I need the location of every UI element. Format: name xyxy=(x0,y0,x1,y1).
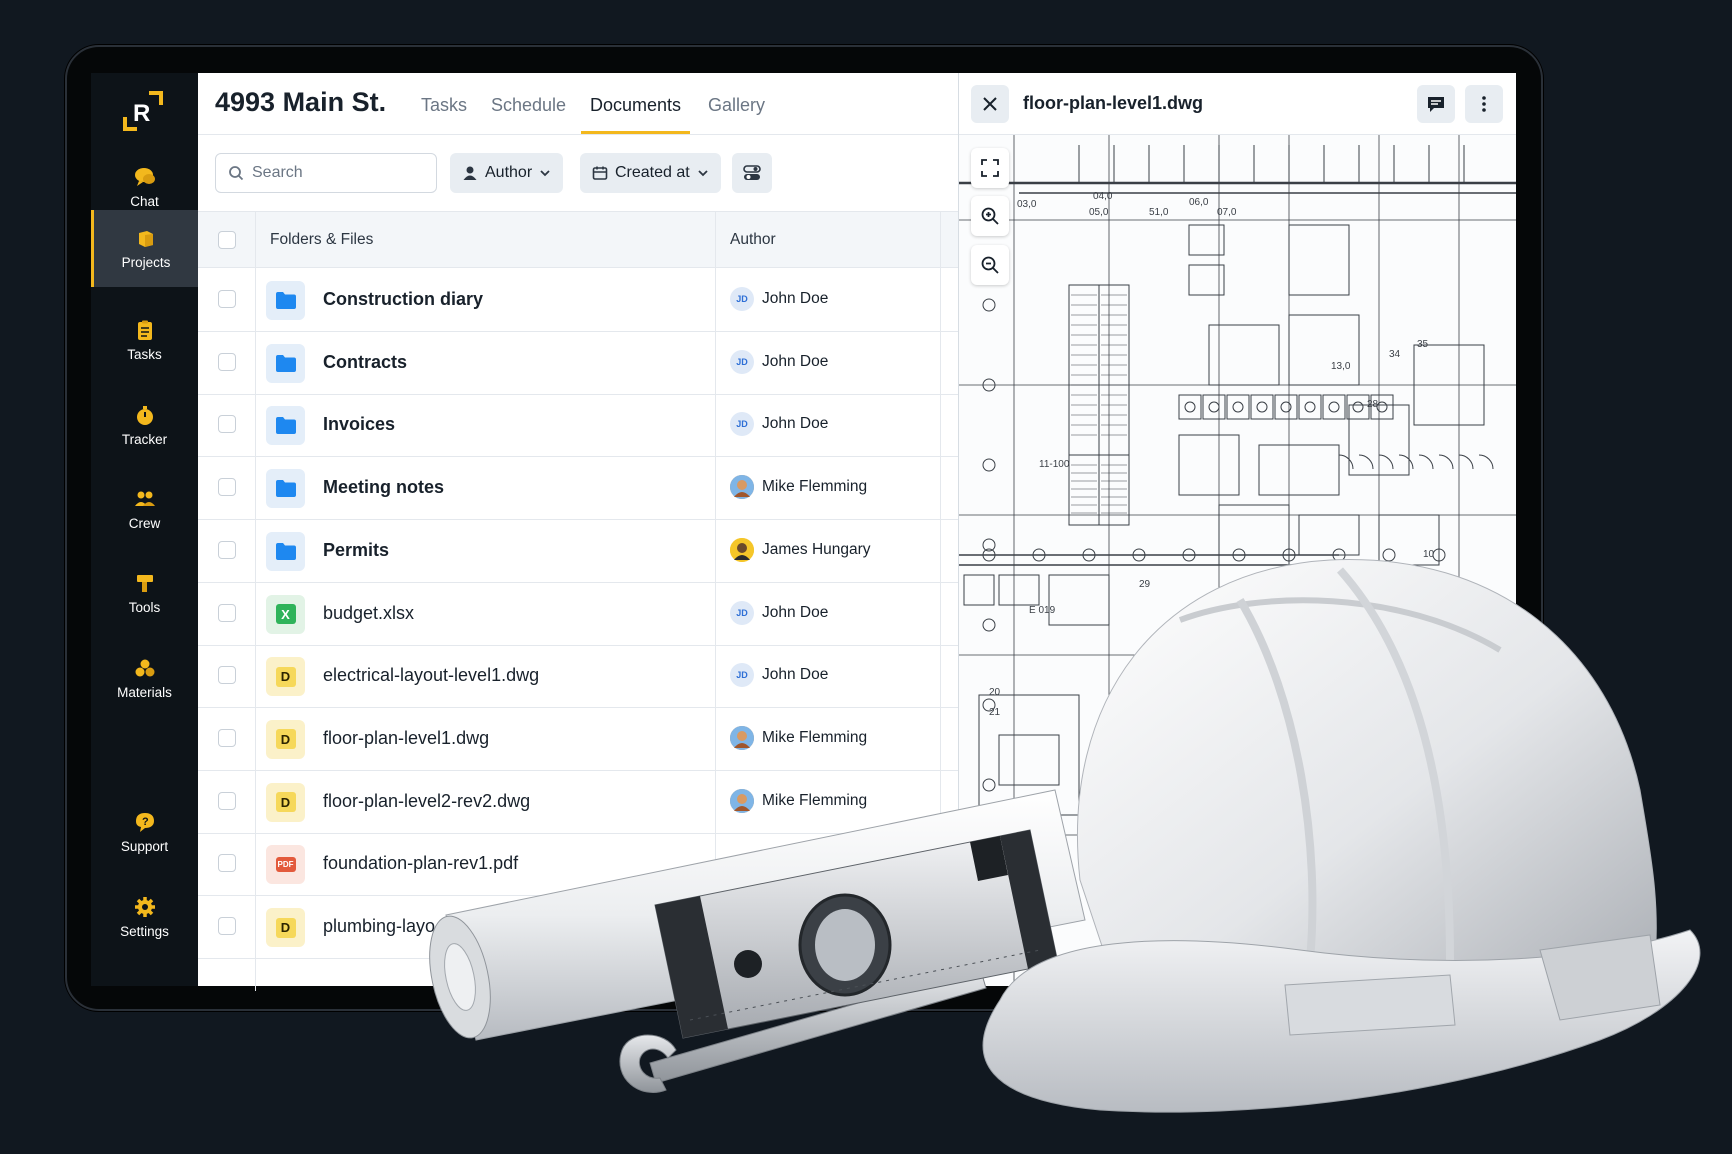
hard-hat-illustration xyxy=(982,559,1701,1113)
construction-props-illustration xyxy=(429,559,1701,1113)
